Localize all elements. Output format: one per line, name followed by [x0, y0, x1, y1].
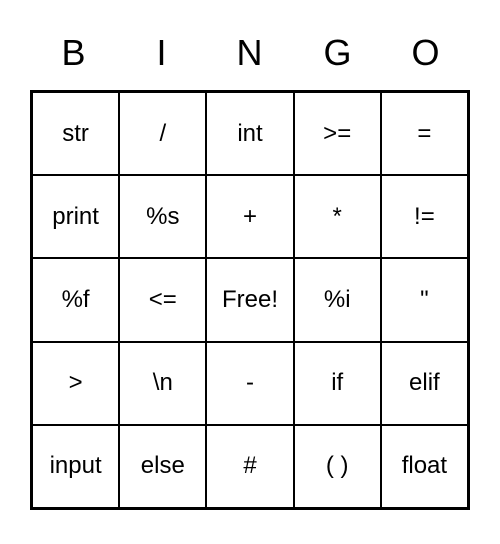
- bingo-cell[interactable]: ( ): [294, 425, 381, 508]
- bingo-cell[interactable]: elif: [381, 342, 468, 425]
- bingo-cell[interactable]: %s: [119, 175, 206, 258]
- header-b: B: [30, 20, 118, 90]
- bingo-cell[interactable]: %i: [294, 258, 381, 341]
- bingo-card: B I N G O str / int >= = print %s + * !=…: [30, 20, 470, 510]
- header-n: N: [206, 20, 294, 90]
- header-o: O: [382, 20, 470, 90]
- bingo-cell[interactable]: -: [206, 342, 293, 425]
- bingo-cell[interactable]: \n: [119, 342, 206, 425]
- bingo-cell[interactable]: #: [206, 425, 293, 508]
- bingo-cell[interactable]: !=: [381, 175, 468, 258]
- bingo-cell[interactable]: if: [294, 342, 381, 425]
- bingo-cell[interactable]: >=: [294, 92, 381, 175]
- bingo-cell[interactable]: int: [206, 92, 293, 175]
- bingo-cell[interactable]: print: [32, 175, 119, 258]
- bingo-cell[interactable]: else: [119, 425, 206, 508]
- bingo-cell[interactable]: >: [32, 342, 119, 425]
- bingo-cell-free[interactable]: Free!: [206, 258, 293, 341]
- header-g: G: [294, 20, 382, 90]
- bingo-cell[interactable]: +: [206, 175, 293, 258]
- bingo-cell[interactable]: float: [381, 425, 468, 508]
- bingo-grid: str / int >= = print %s + * != %f <= Fre…: [30, 90, 470, 510]
- bingo-cell[interactable]: *: [294, 175, 381, 258]
- bingo-cell[interactable]: /: [119, 92, 206, 175]
- bingo-cell[interactable]: str: [32, 92, 119, 175]
- bingo-cell[interactable]: ": [381, 258, 468, 341]
- bingo-cell[interactable]: input: [32, 425, 119, 508]
- header-i: I: [118, 20, 206, 90]
- bingo-cell[interactable]: =: [381, 92, 468, 175]
- bingo-cell[interactable]: %f: [32, 258, 119, 341]
- bingo-header-row: B I N G O: [30, 20, 470, 90]
- bingo-cell[interactable]: <=: [119, 258, 206, 341]
